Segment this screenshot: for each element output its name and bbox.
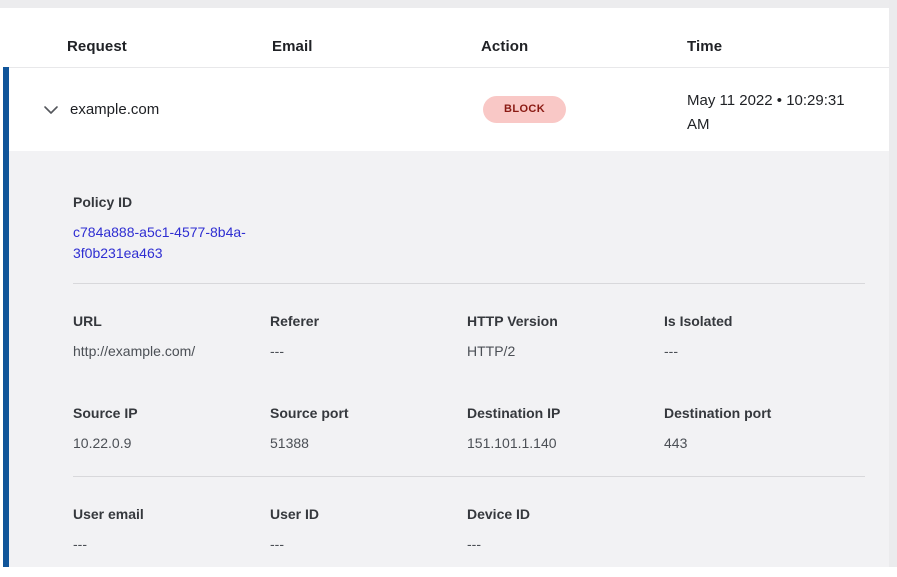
field-user-email: User email --- (73, 505, 270, 553)
page-top-margin (0, 0, 897, 8)
field-user-id: User ID --- (270, 505, 467, 553)
field-http-version: HTTP Version HTTP/2 (467, 312, 664, 360)
field-destination-port: Destination port 443 (664, 404, 861, 452)
table-header: Request Email Action Time (3, 8, 889, 68)
action-block-badge: BLOCK (483, 96, 566, 123)
field-source-port: Source port 51388 (270, 404, 467, 452)
field-is-isolated: Is Isolated --- (664, 312, 861, 360)
field-url: URL http://example.com/ (73, 312, 270, 360)
field-label: Source IP (73, 404, 270, 422)
expanded-row-accent-bar (3, 67, 9, 567)
field-label: User ID (270, 505, 467, 523)
field-empty (664, 505, 861, 553)
field-value: --- (270, 342, 467, 360)
field-value: HTTP/2 (467, 342, 664, 360)
field-label: Referer (270, 312, 467, 330)
field-value: http://example.com/ (73, 342, 270, 360)
column-header-time: Time (687, 38, 722, 55)
field-label: URL (73, 312, 270, 330)
page-right-margin (889, 0, 897, 567)
field-label: Is Isolated (664, 312, 861, 330)
details-row-network: Source IP 10.22.0.9 Source port 51388 De… (73, 384, 865, 476)
field-value: 51388 (270, 434, 467, 452)
field-value: --- (467, 535, 664, 553)
field-value: 151.101.1.140 (467, 434, 664, 452)
row-details-panel: Policy ID c784a888-a5c1-4577-8b4a-3f0b23… (3, 151, 889, 567)
field-value: --- (73, 535, 270, 553)
details-row-user: User email --- User ID --- Device ID --- (73, 477, 865, 577)
field-value: 10.22.0.9 (73, 434, 270, 452)
field-device-id: Device ID --- (467, 505, 664, 553)
policy-id-link[interactable]: c784a888-a5c1-4577-8b4a-3f0b231ea463 (73, 222, 271, 264)
field-value: 443 (664, 434, 861, 452)
request-time: May 11 2022 • 10:29:31 AM (687, 89, 867, 137)
details-row-http: URL http://example.com/ Referer --- HTTP… (73, 284, 865, 384)
chevron-down-icon[interactable] (42, 103, 60, 117)
policy-id-label: Policy ID (73, 193, 865, 211)
field-label: Destination IP (467, 404, 664, 422)
table-row[interactable]: example.com BLOCK May 11 2022 • 10:29:31… (3, 68, 889, 152)
column-header-action: Action (481, 38, 528, 55)
field-value: --- (270, 535, 467, 553)
field-label: Source port (270, 404, 467, 422)
column-header-email: Email (272, 38, 313, 55)
field-referer: Referer --- (270, 312, 467, 360)
field-label: Device ID (467, 505, 664, 523)
field-source-ip: Source IP 10.22.0.9 (73, 404, 270, 452)
request-domain: example.com (70, 101, 159, 118)
column-header-request: Request (67, 38, 127, 55)
field-label: HTTP Version (467, 312, 664, 330)
field-label: User email (73, 505, 270, 523)
field-label: Destination port (664, 404, 861, 422)
field-value: --- (664, 342, 861, 360)
log-table-card: Request Email Action Time example.com BL… (3, 8, 889, 567)
field-destination-ip: Destination IP 151.101.1.140 (467, 404, 664, 452)
policy-id-section: Policy ID c784a888-a5c1-4577-8b4a-3f0b23… (73, 193, 865, 264)
